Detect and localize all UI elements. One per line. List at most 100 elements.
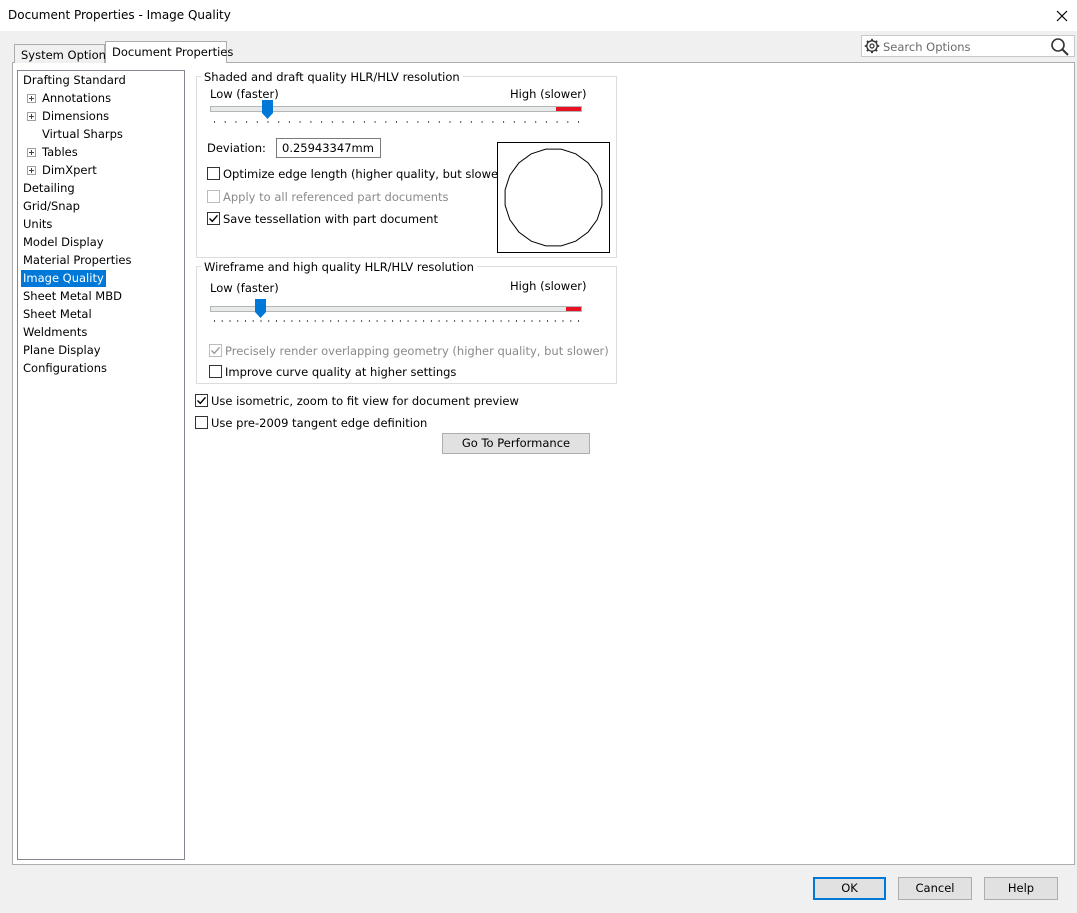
slider-tick (361, 320, 363, 322)
slider-tick (539, 320, 541, 322)
slider-tick (508, 320, 510, 322)
expand-icon[interactable] (27, 166, 36, 175)
improve-curve-checkbox[interactable] (209, 365, 222, 378)
apply-referenced-label[interactable]: Apply to all referenced part documents (223, 190, 449, 204)
ok-button[interactable]: OK (813, 877, 886, 900)
wireframe-slider-ticks (214, 320, 579, 322)
options-tree[interactable]: Drafting Standard Annotations Dimensions Vi… (17, 70, 185, 860)
tree-item-sheet-metal-mbd[interactable]: Sheet Metal MBD (21, 288, 124, 305)
shaded-slider-thumb[interactable] (262, 100, 273, 119)
slider-tick (260, 320, 262, 322)
tree-item-configurations[interactable]: Configurations (21, 360, 109, 377)
shaded-high-label: High (slower) (510, 87, 587, 101)
search-icon[interactable] (1050, 37, 1070, 57)
tree-item-detailing[interactable]: Detailing (21, 180, 77, 197)
optimize-edge-label[interactable]: Optimize edge length (higher quality, bu… (223, 167, 507, 181)
tree-item-model-display[interactable]: Model Display (21, 234, 106, 251)
wireframe-slider-high-zone (566, 307, 581, 311)
checkmark-icon (211, 346, 221, 355)
close-button[interactable] (1047, 2, 1077, 29)
wireframe-group-title: Wireframe and high quality HLR/HLV resol… (201, 260, 477, 274)
slider-tick (214, 121, 215, 123)
slider-tick (278, 121, 280, 123)
tree-item-tables[interactable]: Tables (40, 144, 80, 161)
slider-tick (345, 320, 347, 322)
slider-tick (492, 121, 494, 123)
slider-tick (406, 121, 408, 123)
expand-icon[interactable] (27, 112, 36, 121)
isometric-checkbox[interactable] (195, 394, 208, 407)
expand-icon[interactable] (27, 94, 36, 103)
tree-item-material-properties[interactable]: Material Properties (21, 252, 134, 269)
slider-tick (500, 320, 502, 322)
slider-tick (245, 320, 246, 322)
precise-render-label[interactable]: Precisely render overlapping geometry (h… (225, 344, 609, 358)
tree-item-drafting-standard[interactable]: Drafting Standard (21, 72, 128, 89)
slider-tick (470, 121, 472, 123)
optimize-edge-checkbox[interactable] (207, 167, 220, 180)
slider-tick (306, 320, 308, 322)
slider-tick (446, 320, 448, 322)
slider-tick (556, 121, 558, 123)
slider-tick (547, 320, 548, 322)
deviation-input[interactable] (276, 138, 381, 158)
tree-item-grid-snap[interactable]: Grid/Snap (21, 198, 82, 215)
slider-tick (299, 320, 301, 322)
save-tessellation-checkbox[interactable] (207, 212, 220, 225)
isometric-label[interactable]: Use isometric, zoom to fit view for docu… (211, 394, 519, 408)
slider-tick (503, 121, 505, 123)
slider-tick (461, 320, 463, 322)
tree-item-dimensions[interactable]: Dimensions (40, 108, 111, 125)
precise-render-checkbox[interactable] (209, 344, 222, 357)
tree-item-annotations[interactable]: Annotations (40, 90, 113, 107)
slider-tick (283, 320, 285, 322)
cancel-button[interactable]: Cancel (898, 877, 972, 900)
tessellation-polygon (504, 148, 603, 247)
pre2009-checkbox[interactable] (195, 416, 208, 429)
help-button[interactable]: Help (984, 877, 1058, 900)
tab-system-options[interactable]: System Options (14, 44, 112, 63)
improve-curve-label[interactable]: Improve curve quality at higher settings (225, 365, 456, 379)
slider-tick (524, 121, 526, 123)
slider-tick (562, 320, 564, 322)
wireframe-slider-thumb[interactable] (255, 299, 266, 318)
shaded-slider-ticks (214, 121, 579, 123)
title-bar: Document Properties - Image Quality (0, 0, 1077, 31)
tree-item-image-quality[interactable]: Image Quality (21, 270, 106, 287)
slider-tick (330, 320, 332, 322)
slider-tick (384, 320, 386, 322)
slider-tick (438, 320, 440, 322)
gear-icon (864, 38, 880, 54)
expand-icon[interactable] (27, 148, 36, 157)
go-to-performance-button[interactable]: Go To Performance (442, 433, 590, 454)
slider-tick (229, 320, 231, 322)
tree-item-plane-display[interactable]: Plane Display (21, 342, 103, 359)
slider-tick (321, 121, 323, 123)
wireframe-high-label: High (slower) (510, 279, 587, 293)
save-tessellation-label[interactable]: Save tessellation with part document (223, 212, 438, 226)
tree-item-dimxpert[interactable]: DimXpert (40, 162, 99, 179)
tree-item-sheet-metal[interactable]: Sheet Metal (21, 306, 94, 323)
slider-tick (396, 121, 397, 123)
slider-tick (430, 320, 432, 322)
pre2009-label[interactable]: Use pre-2009 tangent edge definition (211, 416, 427, 430)
deviation-label: Deviation: (207, 141, 266, 155)
tree-item-units[interactable]: Units (21, 216, 54, 233)
slider-tick (423, 320, 425, 322)
slider-tick (492, 320, 494, 322)
slider-tick (235, 121, 237, 123)
tree-item-weldments[interactable]: Weldments (21, 324, 89, 341)
apply-referenced-checkbox[interactable] (207, 190, 220, 203)
tessellated-circle-preview (504, 148, 603, 247)
search-options-field[interactable]: Search Options (861, 35, 1075, 57)
slider-tick (224, 121, 226, 123)
slider-tick (449, 121, 451, 123)
tab-document-properties[interactable]: Document Properties (105, 41, 233, 63)
slider-tick (545, 121, 547, 123)
wireframe-low-label: Low (faster) (210, 281, 279, 295)
shaded-slider-high-zone (556, 107, 581, 111)
tree-item-virtual-sharps[interactable]: Virtual Sharps (40, 126, 125, 143)
slider-tick (531, 320, 533, 322)
window-title: Document Properties - Image Quality (8, 8, 231, 22)
slider-tick (399, 320, 401, 322)
